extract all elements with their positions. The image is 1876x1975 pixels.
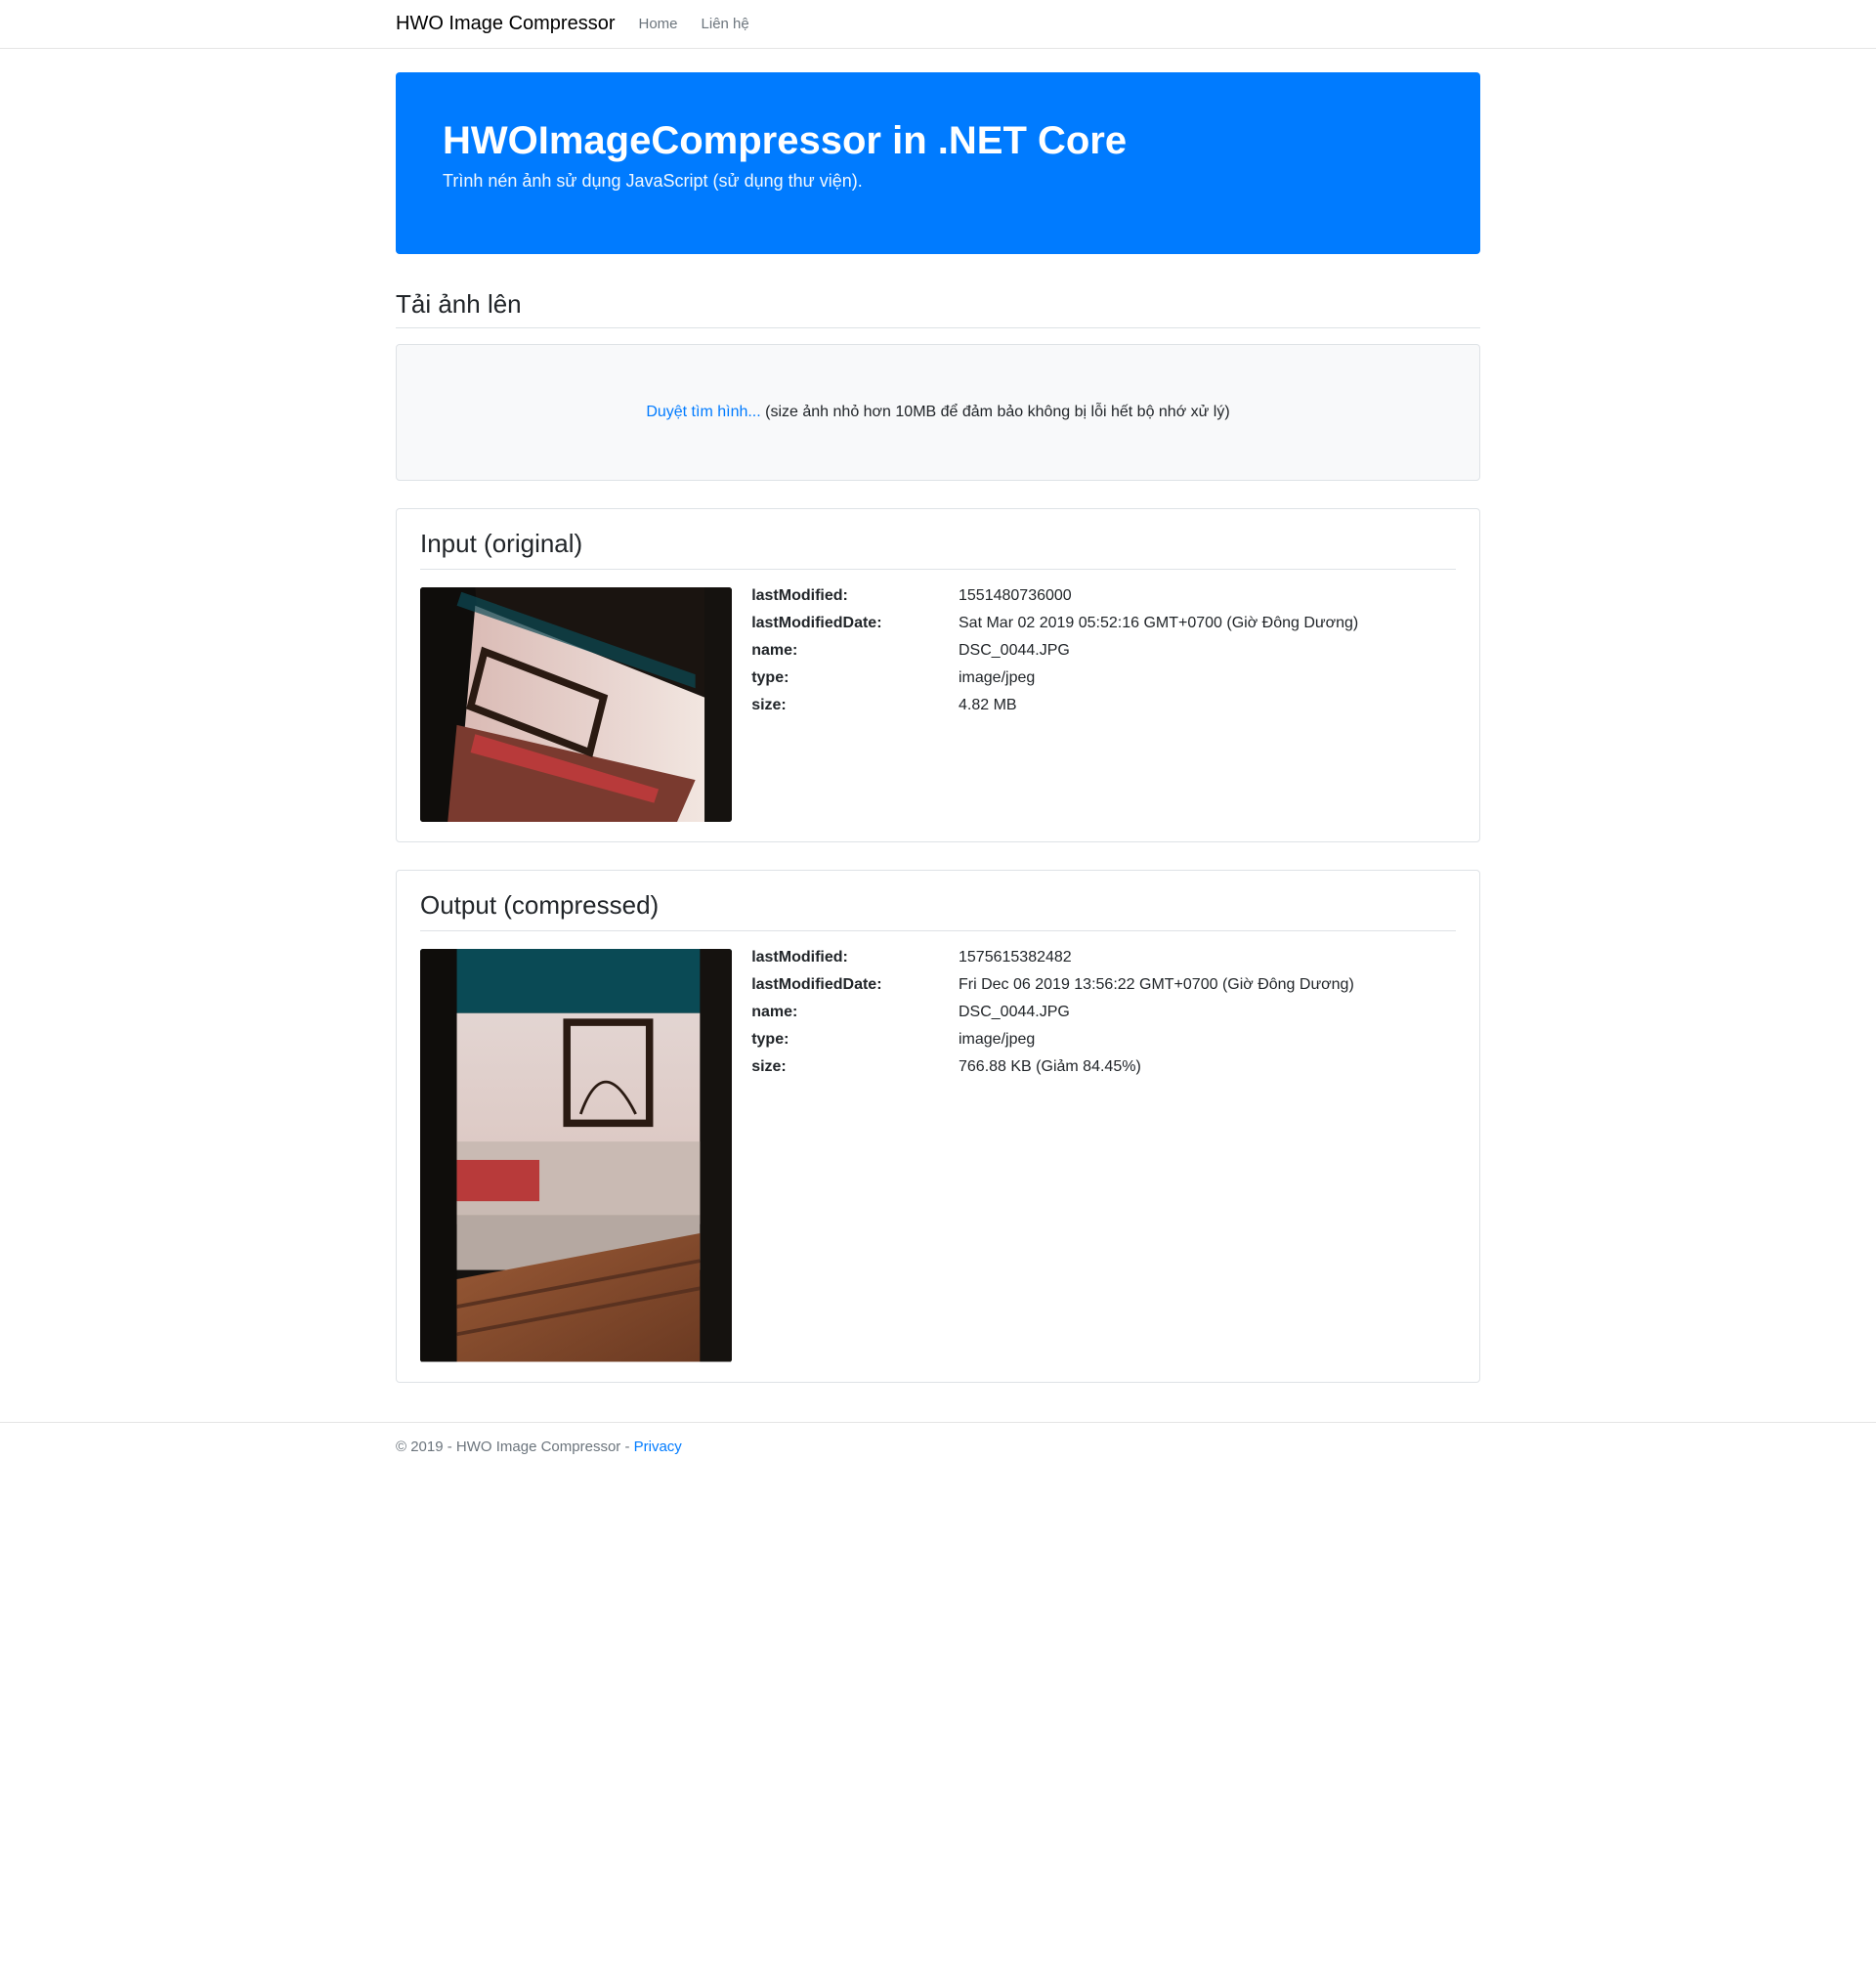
output-panel: Output (compressed) [396,870,1480,1382]
label-name: name: [751,642,949,660]
nav-links: Home Liên hệ [631,8,765,40]
label-size: size: [751,697,949,714]
upload-dropzone[interactable]: Duyệt tìm hình... (size ảnh nhỏ hơn 10MB… [396,344,1480,481]
footer: © 2019 - HWO Image Compressor - Privacy [0,1422,1876,1494]
navbar: HWO Image Compressor Home Liên hệ [0,0,1876,49]
nav-link-contact[interactable]: Liên hệ [694,8,757,40]
label-name: name: [751,1004,949,1021]
output-lastmodifieddate: Fri Dec 06 2019 13:56:22 GMT+0700 (Giờ Đ… [959,976,1456,994]
navbar-brand[interactable]: HWO Image Compressor [396,8,616,40]
input-info-list: lastModified: 1551480736000 lastModified… [751,587,1456,714]
hero-title: HWOImageCompressor in .NET Core [443,119,1433,163]
output-name: DSC_0044.JPG [959,1004,1456,1021]
input-panel-title: Input (original) [420,529,1456,559]
input-type: image/jpeg [959,669,1456,687]
upload-hint: (size ảnh nhỏ hơn 10MB để đảm bảo không … [761,404,1230,420]
label-type: type: [751,1031,949,1049]
label-lastmodifieddate: lastModifiedDate: [751,615,949,632]
hero-subtitle: Trình nén ảnh sử dụng JavaScript (sử dụn… [443,171,1433,192]
upload-divider [396,327,1480,328]
footer-privacy-link[interactable]: Privacy [634,1438,682,1455]
upload-heading: Tải ảnh lên [396,285,1480,320]
output-size: 766.88 KB (Giảm 84.45%) [959,1058,1456,1076]
input-image-thumbnail[interactable] [420,587,732,822]
hero-banner: HWOImageCompressor in .NET Core Trình né… [396,72,1480,254]
main-container: HWOImageCompressor in .NET Core Trình né… [381,72,1495,1383]
output-image-thumbnail[interactable] [420,949,732,1361]
label-lastmodified: lastModified: [751,587,949,605]
nav-link-home[interactable]: Home [631,8,686,40]
output-panel-title: Output (compressed) [420,890,1456,921]
input-name: DSC_0044.JPG [959,642,1456,660]
label-lastmodifieddate: lastModifiedDate: [751,976,949,994]
input-lastmodified: 1551480736000 [959,587,1456,605]
label-type: type: [751,669,949,687]
input-panel-divider [420,569,1456,570]
output-type: image/jpeg [959,1031,1456,1049]
output-panel-divider [420,930,1456,931]
output-lastmodified: 1575615382482 [959,949,1456,966]
input-size: 4.82 MB [959,697,1456,714]
label-size: size: [751,1058,949,1076]
label-lastmodified: lastModified: [751,949,949,966]
output-info-list: lastModified: 1575615382482 lastModified… [751,949,1456,1076]
footer-text: © 2019 - HWO Image Compressor - [396,1438,634,1455]
input-lastmodifieddate: Sat Mar 02 2019 05:52:16 GMT+0700 (Giờ Đ… [959,615,1456,632]
input-panel: Input (original) [396,508,1480,842]
browse-link[interactable]: Duyệt tìm hình... [646,404,760,420]
